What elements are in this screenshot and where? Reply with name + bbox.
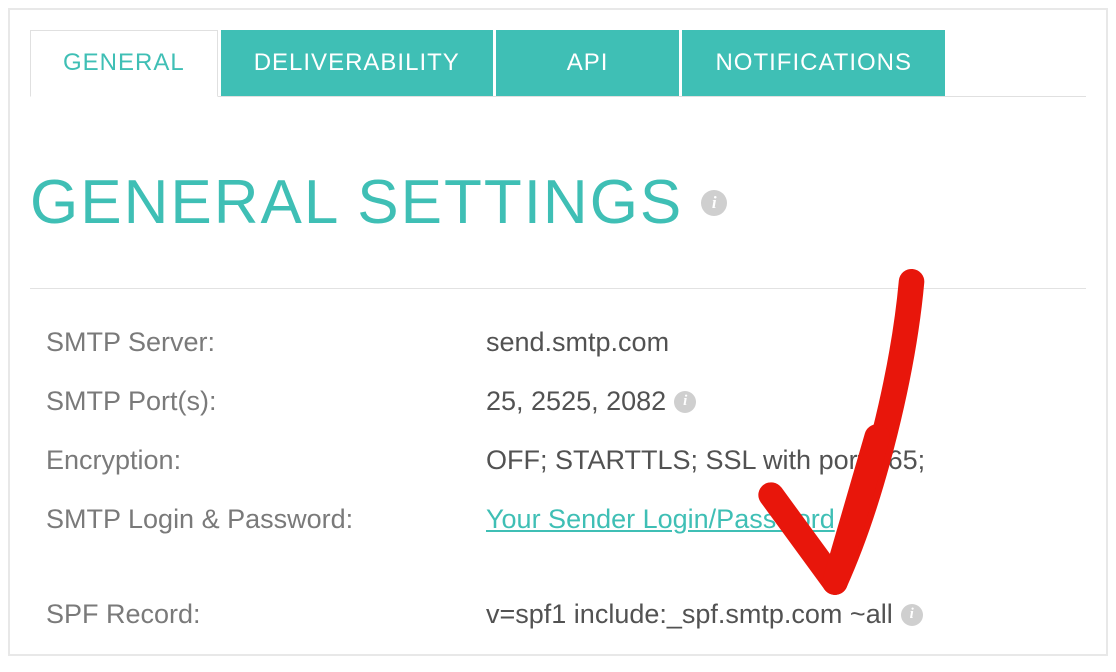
divider <box>30 288 1086 289</box>
settings-list: SMTP Server: send.smtp.com SMTP Port(s):… <box>46 313 1070 644</box>
settings-panel: GENERAL DELIVERABILITY API NOTIFICATIONS… <box>8 8 1108 656</box>
label-smtp-ports: SMTP Port(s): <box>46 386 486 417</box>
value-smtp-ports: 25, 2525, 2082 i <box>486 386 696 417</box>
row-smtp-server: SMTP Server: send.smtp.com <box>46 313 1070 372</box>
value-login-password: Your Sender Login/Password <box>486 504 835 535</box>
tab-api[interactable]: API <box>496 30 680 96</box>
label-spf-record: SPF Record: <box>46 599 486 630</box>
link-sender-login[interactable]: Your Sender Login/Password <box>486 504 835 535</box>
tab-deliverability[interactable]: DELIVERABILITY <box>221 30 493 96</box>
info-icon[interactable]: i <box>674 391 696 413</box>
row-spf-record: SPF Record: v=spf1 include:_spf.smtp.com… <box>46 585 1070 644</box>
info-icon[interactable]: i <box>701 190 727 216</box>
label-smtp-server: SMTP Server: <box>46 327 486 358</box>
info-icon[interactable]: i <box>901 604 923 626</box>
tab-notifications[interactable]: NOTIFICATIONS <box>682 30 945 96</box>
spacer <box>46 549 1070 585</box>
row-encryption: Encryption: OFF; STARTTLS; SSL with port… <box>46 431 1070 490</box>
tab-general[interactable]: GENERAL <box>30 30 218 97</box>
value-spf-record: v=spf1 include:_spf.smtp.com ~all i <box>486 599 923 630</box>
text-spf-record: v=spf1 include:_spf.smtp.com ~all <box>486 599 893 630</box>
heading-row: GENERAL SETTINGS i <box>30 167 1086 238</box>
text-smtp-ports: 25, 2525, 2082 <box>486 386 666 417</box>
row-login-password: SMTP Login & Password: Your Sender Login… <box>46 490 1070 549</box>
value-smtp-server: send.smtp.com <box>486 327 669 358</box>
tab-bar: GENERAL DELIVERABILITY API NOTIFICATIONS <box>30 30 1086 97</box>
row-smtp-ports: SMTP Port(s): 25, 2525, 2082 i <box>46 372 1070 431</box>
page-title: GENERAL SETTINGS <box>30 167 683 238</box>
label-encryption: Encryption: <box>46 445 486 476</box>
value-encryption: OFF; STARTTLS; SSL with port 465; <box>486 445 925 476</box>
label-login-password: SMTP Login & Password: <box>46 504 486 535</box>
